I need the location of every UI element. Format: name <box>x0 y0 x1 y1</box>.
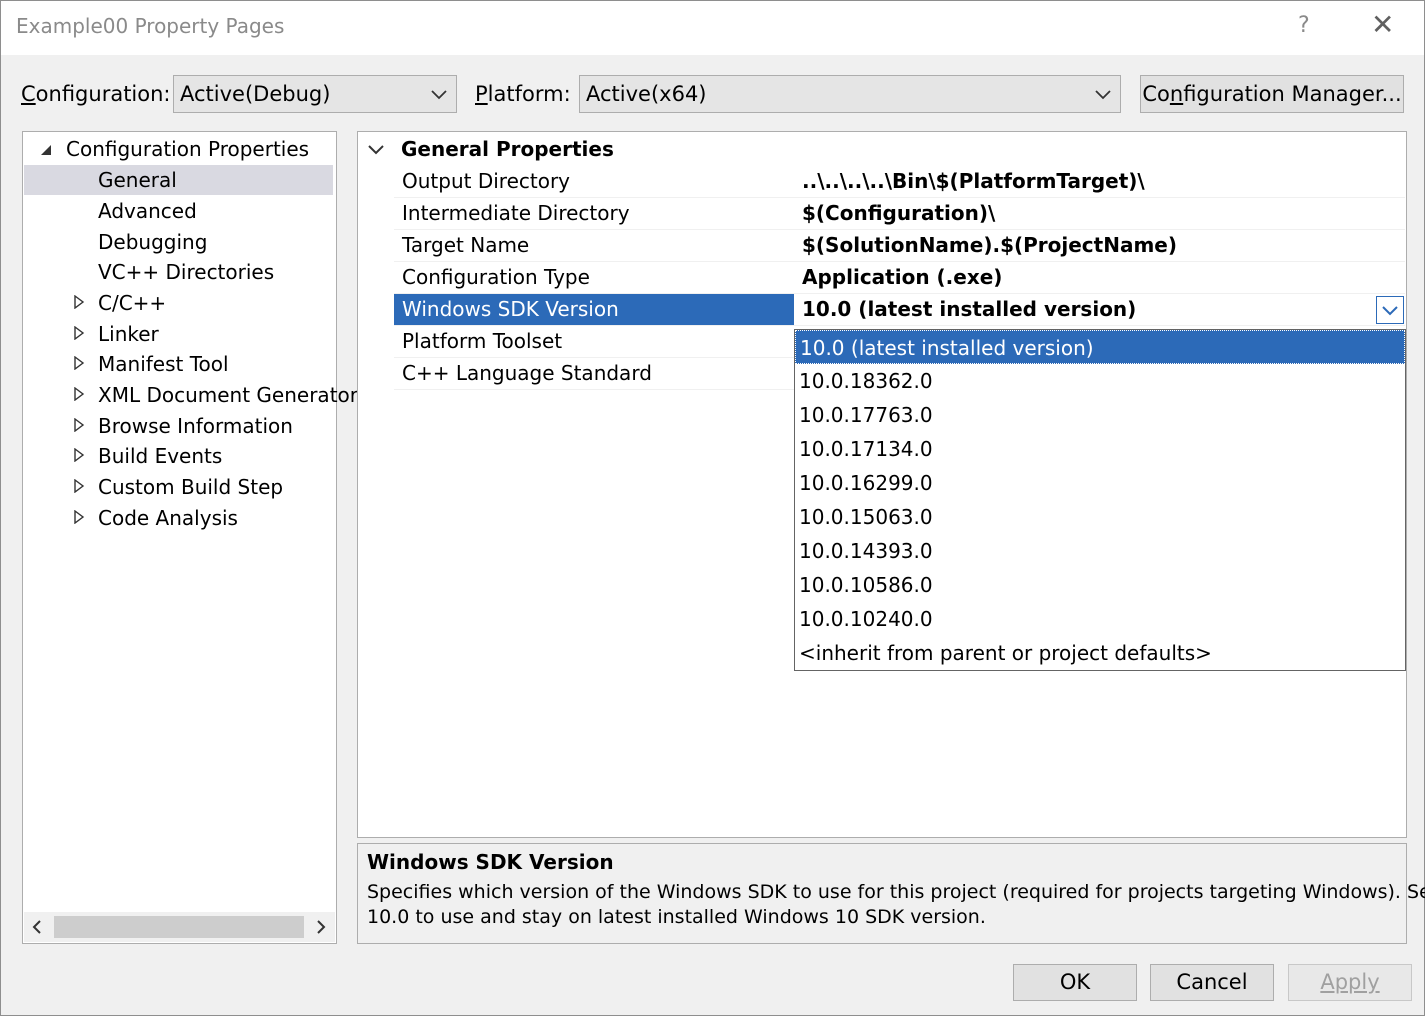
apply-button[interactable]: Apply <box>1288 964 1412 1001</box>
dropdown-option[interactable]: 10.0.18362.0 <box>795 364 1405 398</box>
property-row-windows-sdk-version[interactable]: Windows SDK Version 10.0 (latest install… <box>394 294 1405 326</box>
configuration-value: Active(Debug) <box>180 82 331 106</box>
property-value: $(Configuration)\ <box>802 201 996 225</box>
help-icon[interactable]: ? <box>1298 13 1310 38</box>
chevron-down-icon <box>1382 306 1398 316</box>
scroll-right-icon[interactable] <box>316 920 326 934</box>
tree-item-browse-information[interactable]: Browse Information <box>98 414 293 438</box>
property-name: Output Directory <box>402 169 571 193</box>
property-name: Intermediate Directory <box>402 201 630 225</box>
scrollbar-thumb[interactable] <box>54 916 304 938</box>
configuration-manager-button[interactable]: Configuration Manager... <box>1140 75 1404 113</box>
dropdown-option[interactable]: 10.0.10240.0 <box>795 602 1405 636</box>
property-value: ..\..\..\..\Bin\$(PlatformTarget)\ <box>802 169 1145 193</box>
property-value: $(SolutionName).$(ProjectName) <box>802 233 1177 257</box>
platform-combobox[interactable]: Active(x64) <box>579 75 1121 113</box>
ok-button[interactable]: OK <box>1013 964 1137 1001</box>
description-text-line1: Specifies which version of the Windows S… <box>367 881 1425 903</box>
dropdown-button[interactable] <box>1376 296 1404 324</box>
cancel-button[interactable]: Cancel <box>1150 964 1274 1001</box>
tree-selection-highlight <box>24 165 333 195</box>
dropdown-option[interactable]: 10.0.17134.0 <box>795 432 1405 466</box>
tree-item-build-events[interactable]: Build Events <box>98 444 222 468</box>
collapsed-triangle-icon[interactable] <box>73 326 85 340</box>
horizontal-scrollbar[interactable] <box>24 912 335 942</box>
collapsed-triangle-icon[interactable] <box>73 387 85 401</box>
property-value: 10.0 (latest installed version) <box>802 297 1137 321</box>
configuration-combobox[interactable]: Active(Debug) <box>173 75 457 113</box>
property-row[interactable]: Output Directory ..\..\..\..\Bin\$(Platf… <box>394 166 1405 198</box>
description-text-line2: 10.0 to use and stay on latest installed… <box>367 906 986 928</box>
tree-item-advanced[interactable]: Advanced <box>98 199 197 223</box>
section-header: General Properties <box>401 137 614 161</box>
tree-item-general[interactable]: General <box>98 168 177 192</box>
description-title: Windows SDK Version <box>367 850 614 874</box>
dropdown-option[interactable]: 10.0.16299.0 <box>795 466 1405 500</box>
property-pages-dialog: Example00 Property Pages ? ✕ Configurati… <box>0 0 1425 1016</box>
property-row[interactable]: Configuration Type Application (.exe) <box>394 262 1405 294</box>
property-row[interactable]: Target Name $(SolutionName).$(ProjectNam… <box>394 230 1405 262</box>
tree-item-debugging[interactable]: Debugging <box>98 230 207 254</box>
expanded-triangle-icon[interactable] <box>40 144 52 156</box>
collapsed-triangle-icon[interactable] <box>73 356 85 370</box>
category-tree: Configuration Properties General Advance… <box>22 131 358 944</box>
collapsed-triangle-icon[interactable] <box>73 418 85 432</box>
platform-label: Platform: <box>475 82 571 106</box>
property-name: Configuration Type <box>402 265 590 289</box>
dropdown-option[interactable]: 10.0.14393.0 <box>795 534 1405 568</box>
dropdown-option[interactable]: <inherit from parent or project defaults… <box>795 636 1405 670</box>
dropdown-option[interactable]: 10.0.10586.0 <box>795 568 1405 602</box>
description-panel: Windows SDK Version Specifies which vers… <box>357 843 1425 944</box>
tree-item-vc-directories[interactable]: VC++ Directories <box>98 260 274 284</box>
collapsed-triangle-icon[interactable] <box>73 510 85 524</box>
dropdown-option[interactable]: 10.0.17763.0 <box>795 398 1405 432</box>
tree-item-linker[interactable]: Linker <box>98 322 159 346</box>
tree-item-code-analysis[interactable]: Code Analysis <box>98 506 238 530</box>
property-name: Target Name <box>402 233 530 257</box>
title-bar: Example00 Property Pages ? ✕ <box>1 1 1424 55</box>
dropdown-option[interactable]: 10.0.15063.0 <box>795 500 1405 534</box>
chevron-down-icon[interactable] <box>368 144 384 156</box>
property-name: Windows SDK Version <box>402 297 619 321</box>
tree-item-xml-document-generator[interactable]: XML Document Generator <box>98 383 358 407</box>
property-value: Application (.exe) <box>802 265 1003 289</box>
window-title: Example00 Property Pages <box>16 14 285 38</box>
tree-item-c-cpp[interactable]: C/C++ <box>98 291 166 315</box>
tree-item-custom-build-step[interactable]: Custom Build Step <box>98 475 283 499</box>
chevron-down-icon <box>1095 90 1111 100</box>
collapsed-triangle-icon[interactable] <box>73 479 85 493</box>
collapsed-triangle-icon[interactable] <box>73 295 85 309</box>
platform-value: Active(x64) <box>586 82 707 106</box>
tree-item-manifest-tool[interactable]: Manifest Tool <box>98 352 229 376</box>
tree-root[interactable]: Configuration Properties <box>66 137 309 161</box>
property-name: Platform Toolset <box>402 329 563 353</box>
collapsed-triangle-icon[interactable] <box>73 448 85 462</box>
scroll-left-icon[interactable] <box>32 920 42 934</box>
close-icon[interactable]: ✕ <box>1371 10 1394 40</box>
chevron-down-icon <box>431 90 447 100</box>
sdk-version-dropdown-list[interactable]: 10.0 (latest installed version) 10.0.183… <box>794 329 1406 671</box>
property-name: C++ Language Standard <box>402 361 652 385</box>
dropdown-option[interactable]: 10.0 (latest installed version) <box>795 330 1405 364</box>
property-row[interactable]: Intermediate Directory $(Configuration)\ <box>394 198 1405 230</box>
configuration-label: Configuration: <box>21 82 171 106</box>
